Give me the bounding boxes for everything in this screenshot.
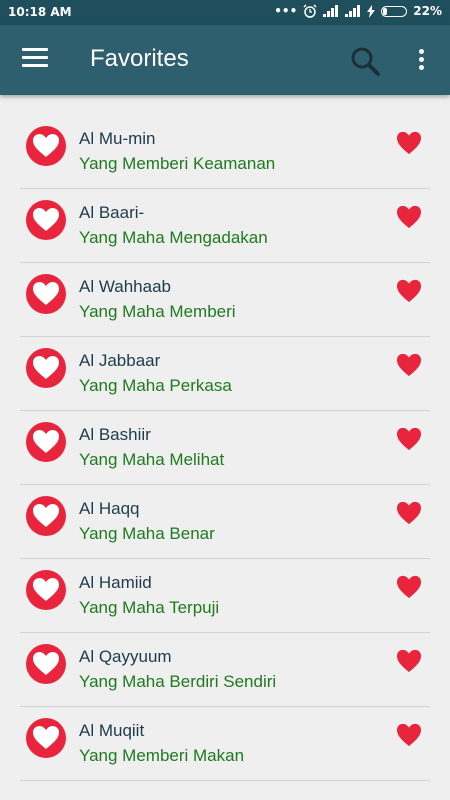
heart-avatar-icon [26, 718, 66, 758]
list-item[interactable]: Al Bashiir Yang Maha Melihat [20, 411, 430, 485]
item-name: Al Muqiit [79, 721, 145, 740]
status-time: 10:18 AM [8, 5, 72, 19]
status-icons: ••• 22% [274, 4, 442, 18]
favorite-heart-icon[interactable] [396, 649, 422, 673]
heart-avatar-icon [26, 570, 66, 610]
favorite-heart-icon[interactable] [396, 131, 422, 155]
heart-avatar-icon [26, 422, 66, 462]
search-icon[interactable] [349, 45, 381, 77]
heart-avatar-icon [26, 126, 66, 166]
item-meaning: Yang Maha Perkasa [79, 376, 232, 395]
item-meaning: Yang Maha Melihat [79, 450, 225, 469]
more-vert-icon[interactable] [414, 49, 428, 73]
charging-icon [367, 4, 376, 18]
item-name: Al Mu-min [79, 129, 156, 148]
item-name: Al Wahhaab [79, 277, 171, 296]
battery-percent: 22% [413, 4, 442, 18]
favorite-heart-icon[interactable] [396, 205, 422, 229]
item-name: Al Haqq [79, 499, 140, 518]
menu-icon[interactable] [22, 48, 48, 70]
alarm-icon [303, 4, 317, 18]
favorite-heart-icon[interactable] [396, 501, 422, 525]
favorites-list: Al Mu-min Yang Memberi Keamanan Al Baari… [20, 115, 430, 781]
heart-avatar-icon [26, 274, 66, 314]
favorite-heart-icon[interactable] [396, 723, 422, 747]
signal-icon [323, 5, 339, 17]
item-meaning: Yang Maha Terpuji [79, 598, 220, 617]
favorite-heart-icon[interactable] [396, 427, 422, 451]
favorite-heart-icon[interactable] [396, 279, 422, 303]
item-meaning: Yang Maha Benar [79, 524, 215, 543]
list-item[interactable]: Al Hamiid Yang Maha Terpuji [20, 559, 430, 633]
item-name: Al Bashiir [79, 425, 151, 444]
favorite-heart-icon[interactable] [396, 575, 422, 599]
list-item[interactable]: Al Jabbaar Yang Maha Perkasa [20, 337, 430, 411]
signal-icon-2 [345, 5, 361, 17]
item-meaning: Yang Memberi Makan [79, 746, 245, 765]
item-meaning: Yang Maha Memberi [79, 302, 236, 321]
list-item[interactable]: Al Haqq Yang Maha Benar [20, 485, 430, 559]
list-item[interactable]: Al Wahhaab Yang Maha Memberi [20, 263, 430, 337]
page-title: Favorites [90, 45, 189, 72]
status-bar: 10:18 AM ••• 22% [0, 0, 450, 25]
more-notifications-icon: ••• [274, 4, 298, 18]
item-name: Al Hamiid [79, 573, 152, 592]
heart-avatar-icon [26, 644, 66, 684]
item-meaning: Yang Maha Berdiri Sendiri [79, 672, 277, 691]
list-item[interactable]: Al Mu-min Yang Memberi Keamanan [20, 115, 430, 189]
heart-avatar-icon [26, 348, 66, 388]
list-item[interactable]: Al Baari- Yang Maha Mengadakan [20, 189, 430, 263]
heart-avatar-icon [26, 496, 66, 536]
list-item[interactable]: Al Muqiit Yang Memberi Makan [20, 707, 430, 781]
item-name: Al Baari- [79, 203, 145, 222]
item-name: Al Qayyuum [79, 647, 172, 666]
list-item[interactable]: Al Qayyuum Yang Maha Berdiri Sendiri [20, 633, 430, 707]
item-meaning: Yang Memberi Keamanan [79, 154, 276, 173]
battery-icon [381, 5, 408, 17]
app-bar: Favorites [0, 25, 450, 95]
heart-avatar-icon [26, 200, 66, 240]
favorite-heart-icon[interactable] [396, 353, 422, 377]
item-meaning: Yang Maha Mengadakan [79, 228, 268, 247]
item-name: Al Jabbaar [79, 351, 161, 370]
